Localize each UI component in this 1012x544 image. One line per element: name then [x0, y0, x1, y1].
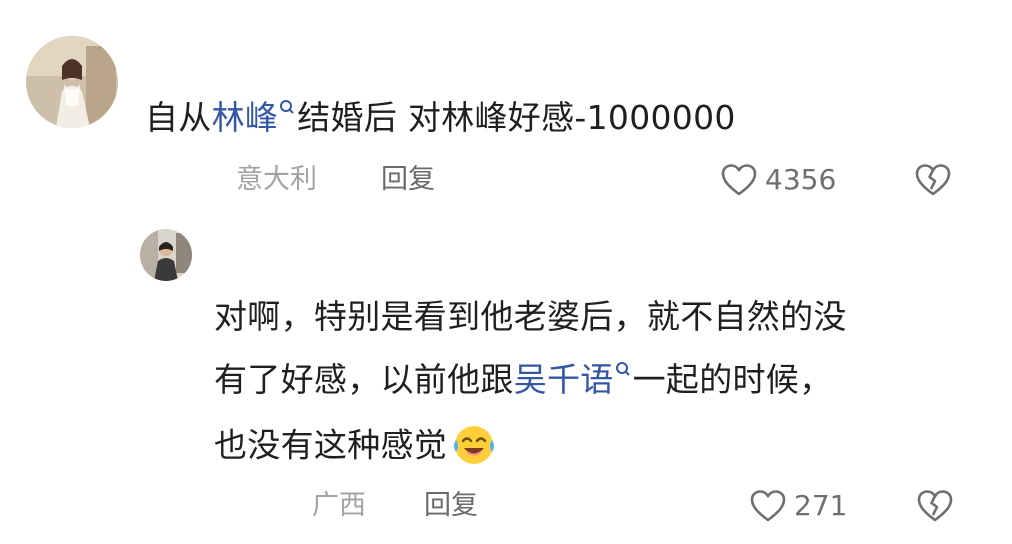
mention-link-lin-feng[interactable]: 林峰 [212, 98, 298, 137]
reply-like-button[interactable]: 271 [749, 489, 847, 523]
reply-text-before: 有了好感，以前他跟 [214, 360, 514, 399]
comment-like-count: 4356 [765, 163, 837, 196]
reply-location: 广西 [312, 490, 366, 521]
mention-link-wu-qianyu[interactable]: 吴千语 [514, 360, 633, 399]
broken-heart-icon [915, 164, 951, 196]
comment-reply-button[interactable]: 回复 [381, 166, 435, 193]
heart-icon [721, 164, 757, 196]
search-icon [280, 100, 294, 114]
reply-text-line-3: 也没有这种感觉 [214, 425, 497, 466]
comment-dislike-button[interactable] [913, 162, 953, 202]
broken-heart-icon [917, 490, 953, 522]
reply-reply-button[interactable]: 回复 [424, 492, 478, 519]
comment-text-after: 结婚后 对林峰好感-1000000 [297, 98, 736, 137]
commenter-avatar[interactable] [26, 36, 118, 128]
reply-like-count: 271 [794, 489, 848, 522]
reply-text-end: 也没有这种感觉 [214, 425, 448, 465]
reply-text-line-2: 有了好感，以前他跟吴千语 一起的时候， [214, 360, 833, 399]
replier-avatar[interactable] [140, 229, 192, 281]
reply-dislike-button[interactable] [915, 488, 955, 528]
reply-text-line-1: 对啊，特别是看到他老婆后，就不自然的没 [214, 297, 847, 336]
comment-like-button[interactable]: 4356 [720, 163, 836, 197]
crying-laughing-face-icon [454, 426, 495, 464]
comment-location: 意大利 [236, 164, 317, 195]
comment-text: 自从林峰 结婚后 对林峰好感-1000000 [145, 98, 736, 137]
reply-text-after: 一起的时候， [632, 360, 833, 399]
comment-text-before: 自从 [145, 98, 212, 137]
search-icon [615, 362, 630, 376]
heart-icon [750, 490, 786, 522]
